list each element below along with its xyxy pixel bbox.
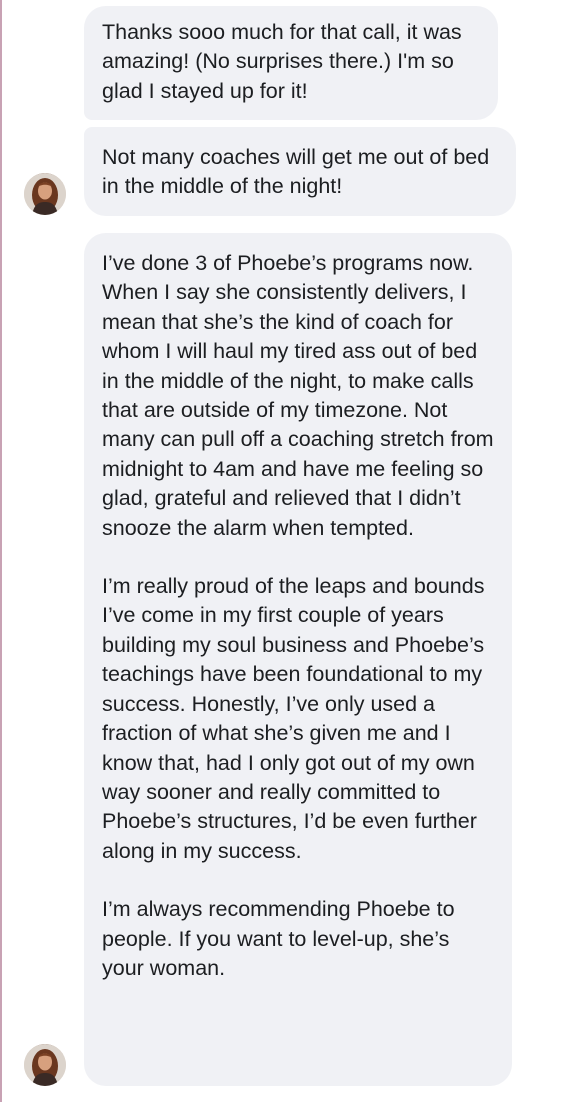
message-paragraph: I’ve done 3 of Phoebe’s programs now. Wh… (102, 251, 494, 540)
message-paragraph: I’m always recommending Phoebe to people… (102, 897, 455, 980)
message-bubble[interactable]: I’ve done 3 of Phoebe’s programs now. Wh… (84, 233, 512, 1086)
message-text: Thanks sooo much for that call, it was a… (102, 20, 462, 103)
message-paragraph: I’m really proud of the leaps and bounds… (102, 574, 485, 863)
message-text: Not many coaches will get me out of bed … (102, 145, 490, 199)
message-bubble[interactable]: Thanks sooo much for that call, it was a… (84, 6, 498, 121)
message-bubble[interactable]: Not many coaches will get me out of bed … (84, 127, 516, 216)
avatar-photo-icon (24, 1044, 66, 1086)
window-edge (0, 0, 2, 1102)
sender-avatar[interactable] (24, 173, 66, 215)
avatar-photo-icon (24, 173, 66, 215)
sender-avatar[interactable] (24, 1044, 66, 1086)
